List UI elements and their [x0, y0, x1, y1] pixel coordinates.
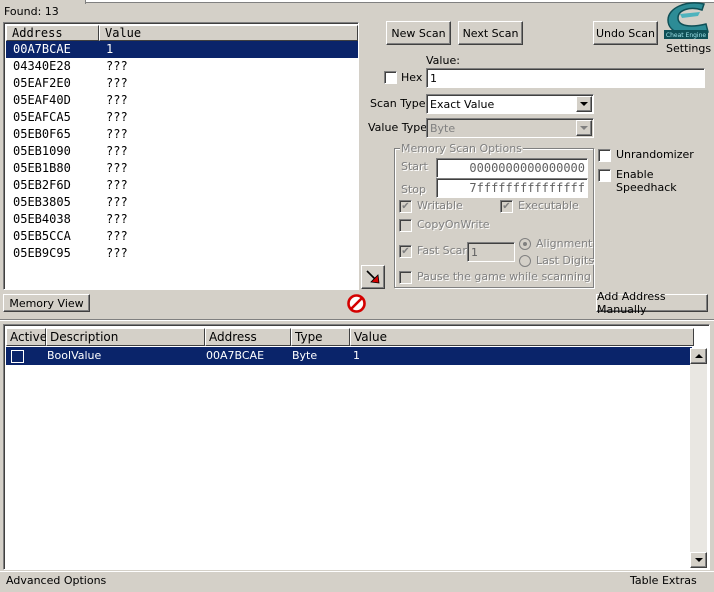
- svg-text:Cheat Engine: Cheat Engine: [666, 32, 706, 39]
- settings-link[interactable]: Settings: [666, 42, 711, 55]
- found-list-header: Address Value: [6, 25, 358, 41]
- splitter[interactable]: [0, 319, 714, 321]
- found-col-address[interactable]: Address: [6, 25, 99, 41]
- col-address[interactable]: Address: [205, 328, 291, 346]
- executable-label: Executable: [518, 199, 579, 212]
- top-strip: [0, 0, 714, 3]
- chevron-up-icon: [694, 354, 703, 358]
- writable-label: Writable: [417, 199, 463, 212]
- speedhack-checkbox[interactable]: [598, 169, 611, 182]
- value-type-dropdown-arrow[interactable]: [576, 120, 592, 136]
- value-type-select[interactable]: Byte: [426, 118, 594, 138]
- arrow-down-right-icon: [366, 270, 380, 284]
- found-address-list[interactable]: Address Value 00A7BCAE 1 04340E28??? 05EA…: [3, 22, 359, 290]
- hex-label: Hex: [401, 71, 423, 84]
- found-row[interactable]: 05EB9C95???: [6, 245, 358, 262]
- value-input[interactable]: 1: [426, 68, 705, 88]
- last-digits-label: Last Digits: [536, 254, 595, 267]
- found-row[interactable]: 05EB4038???: [6, 211, 358, 228]
- speedhack-label: Enable Speedhack: [616, 168, 677, 194]
- fast-scan-checkbox[interactable]: ✔: [399, 245, 412, 258]
- found-row[interactable]: 05EB3805???: [6, 194, 358, 211]
- scan-type-dropdown-arrow[interactable]: [576, 96, 592, 112]
- row-address: 00A7BCAE: [206, 349, 265, 362]
- next-scan-button[interactable]: Next Scan: [458, 21, 523, 45]
- found-row[interactable]: 05EAF40D???: [6, 92, 358, 109]
- found-row[interactable]: 05EB2F6D???: [6, 177, 358, 194]
- stop-address-input[interactable]: 7fffffffffffffff: [436, 178, 588, 198]
- unrandomizer-checkbox[interactable]: [598, 149, 611, 162]
- pause-game-label: Pause the game while scanning: [417, 270, 591, 283]
- value-label: Value:: [426, 54, 460, 67]
- found-row[interactable]: 05EB5CCA???: [6, 228, 358, 245]
- col-type[interactable]: Type: [291, 328, 350, 346]
- found-row[interactable]: 04340E28???: [6, 58, 358, 75]
- add-selected-to-list-button[interactable]: [361, 265, 385, 289]
- scroll-up-button[interactable]: [690, 348, 707, 364]
- process-tab[interactable]: [0, 0, 86, 4]
- found-row[interactable]: 05EAFCA5???: [6, 109, 358, 126]
- undo-scan-button[interactable]: Undo Scan: [593, 21, 658, 45]
- pause-game-checkbox[interactable]: [399, 271, 412, 284]
- cheat-engine-logo-icon[interactable]: Cheat Engine: [660, 0, 712, 42]
- fast-scan-label: Fast Scan: [417, 244, 470, 257]
- row-value[interactable]: 1: [350, 347, 650, 365]
- no-entry-icon: [347, 294, 366, 313]
- cheat-table[interactable]: Active Description Address Type Value Bo…: [3, 324, 710, 570]
- add-address-manually-button[interactable]: Add Address Manually: [596, 290, 708, 316]
- hex-checkbox[interactable]: [384, 71, 397, 84]
- stop-label: Stop: [401, 183, 427, 196]
- copy-on-write-label: CopyOnWrite: [417, 218, 490, 231]
- found-count-label: Found: 13: [4, 5, 59, 18]
- advanced-options-button[interactable]: Advanced Options: [6, 574, 106, 587]
- alignment-radio[interactable]: [519, 238, 531, 250]
- row-description[interactable]: BoolValue: [46, 347, 205, 365]
- found-row[interactable]: 05EB1090???: [6, 143, 358, 160]
- status-bar: Advanced Options Table Extras: [0, 571, 714, 592]
- found-row[interactable]: 05EAF2E0???: [6, 75, 358, 92]
- scan-type-label: Scan Type: [370, 97, 426, 110]
- table-row[interactable]: BoolValue 00A7BCAE Byte 1: [6, 347, 692, 365]
- writable-checkbox[interactable]: ✔: [399, 200, 412, 213]
- table-scrollbar[interactable]: [690, 348, 707, 568]
- last-digits-radio[interactable]: [519, 255, 531, 267]
- active-checkbox[interactable]: [11, 349, 24, 363]
- col-value[interactable]: Value: [350, 328, 694, 346]
- clear-list-button[interactable]: [346, 293, 367, 314]
- col-description[interactable]: Description: [46, 328, 205, 346]
- memory-view-button[interactable]: Memory View: [3, 294, 90, 312]
- value-type-label: Value Type: [368, 121, 427, 134]
- fast-scan-input[interactable]: 1: [467, 242, 515, 262]
- found-col-value[interactable]: Value: [99, 25, 358, 41]
- chevron-down-icon: [580, 126, 588, 130]
- start-address-input[interactable]: 0000000000000000: [436, 158, 588, 178]
- found-row[interactable]: 00A7BCAE 1: [6, 41, 358, 58]
- start-label: Start: [401, 160, 428, 173]
- cheat-table-header: Active Description Address Type Value: [6, 328, 694, 346]
- scroll-down-button[interactable]: [690, 552, 707, 568]
- row-type: Byte: [292, 349, 318, 362]
- copy-on-write-checkbox[interactable]: [399, 219, 412, 232]
- table-extras-button[interactable]: Table Extras: [630, 574, 697, 587]
- found-row[interactable]: 05EB1B80???: [6, 160, 358, 177]
- scan-type-select[interactable]: Exact Value: [426, 94, 594, 114]
- chevron-down-icon: [580, 102, 588, 106]
- alignment-label: Alignment: [536, 237, 593, 250]
- executable-checkbox[interactable]: ✔: [500, 200, 513, 213]
- chevron-down-icon: [694, 558, 703, 562]
- new-scan-button[interactable]: New Scan: [386, 21, 451, 45]
- memory-scan-options-title: Memory Scan Options: [400, 142, 523, 155]
- col-active[interactable]: Active: [6, 328, 47, 346]
- unrandomizer-label: Unrandomizer: [616, 148, 694, 161]
- found-row[interactable]: 05EB0F65???: [6, 126, 358, 143]
